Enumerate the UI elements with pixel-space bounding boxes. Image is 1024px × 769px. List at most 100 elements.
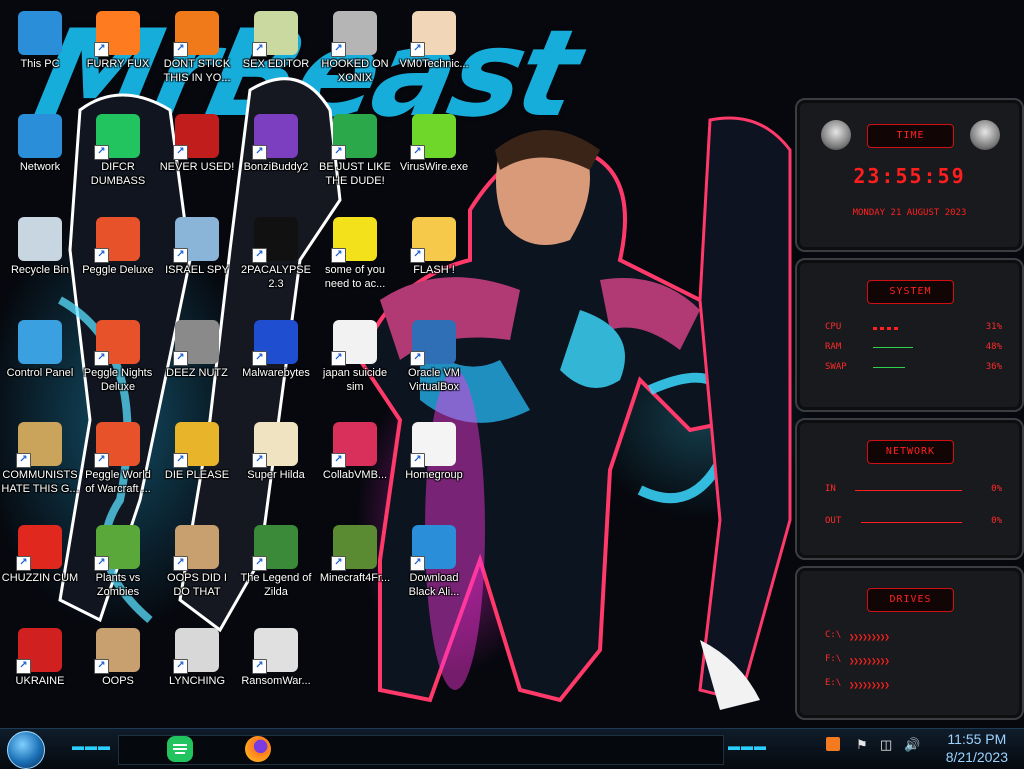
taskbar-firefox-button[interactable] xyxy=(242,733,274,765)
network-out-label: OUT xyxy=(825,516,842,526)
drive-c-label: C:\ xyxy=(825,630,842,640)
desktop-icon-label: Peggle Nights Deluxe xyxy=(83,367,153,393)
shortcut-arrow-icon: ↗ xyxy=(94,145,109,160)
ram-label: RAM xyxy=(825,342,842,352)
desktop-icon[interactable]: ↗ Malwarebytes xyxy=(236,314,316,410)
desktop-icon[interactable]: This PC xyxy=(0,5,80,101)
lime-icon: ↗ xyxy=(410,114,456,160)
shortcut-arrow-icon: ↗ xyxy=(252,248,267,263)
cpu-label: CPU xyxy=(825,322,842,332)
taskbar-decor-left: ▬▬▬ xyxy=(72,739,111,753)
desktop-icon-label: ISRAEL SPY xyxy=(165,264,229,276)
desktop-icon[interactable]: ↗ UKRAINE xyxy=(0,622,80,718)
drives-widget: DRIVES C:\ ❯❯❯❯❯❯❯❯❯ F:\ ❯❯❯❯❯❯❯❯❯ E:\ ❯… xyxy=(795,566,1024,720)
desktop-icon-label: DIFCR DUMBASS xyxy=(90,161,146,187)
devcpp-icon: ↗ xyxy=(173,114,219,160)
desktop-icon[interactable]: ↗ FLASH ! xyxy=(394,211,474,307)
shortcut-arrow-icon: ↗ xyxy=(94,351,109,366)
terminal-icon: ↗ xyxy=(252,217,298,263)
desktop-icon-label: Recycle Bin xyxy=(10,264,70,276)
desktop-icon[interactable]: ↗ some of you need to ac... xyxy=(315,211,395,307)
peggle-icon: ↗ xyxy=(94,217,140,263)
start-orb-icon[interactable] xyxy=(7,731,45,769)
volume-icon[interactable]: 🔊 xyxy=(904,737,920,753)
desktop-icon-label: LYNCHING xyxy=(168,675,226,687)
network-globe-icon: ↗ xyxy=(410,525,456,571)
desktop-icon[interactable]: ↗ Peggle Nights Deluxe xyxy=(78,314,158,410)
desktop-icon[interactable]: ↗ CollabVMB... xyxy=(315,416,395,512)
desktop-icon[interactable]: ↗ SEX EDITOR xyxy=(236,5,316,101)
desktop-icon[interactable]: ↗ Download Black Ali... xyxy=(394,519,474,615)
shortcut-arrow-icon: ↗ xyxy=(173,248,188,263)
desktop-icon-label: DEEZ NUTZ xyxy=(166,367,228,379)
firefox-icon xyxy=(245,736,271,762)
network-in-value: 0% xyxy=(991,484,1002,494)
shortcut-arrow-icon: ↗ xyxy=(252,556,267,571)
shortcut-arrow-icon: ↗ xyxy=(410,556,425,571)
desktop-icon[interactable]: ↗ RansomWar... xyxy=(236,622,316,718)
network-in-row: IN 0% xyxy=(825,484,1002,498)
taskbar-discord-button[interactable] xyxy=(164,733,196,765)
taskbar-clock[interactable]: 11:55 PM 8/21/2023 xyxy=(946,730,1008,766)
desktop-icon[interactable]: ↗ HOOKED ON XONIX xyxy=(315,5,395,101)
desktop-icon[interactable]: ↗ DIFCR DUMBASS xyxy=(78,108,158,204)
desktop-icon[interactable]: Recycle Bin xyxy=(0,211,80,307)
desktop-icon[interactable]: ↗ LYNCHING xyxy=(157,622,237,718)
desktop-icon[interactable]: ↗ BonziBuddy2 xyxy=(236,108,316,204)
shortcut-arrow-icon: ↗ xyxy=(94,556,109,571)
flag-icon[interactable]: ⚑ xyxy=(856,737,868,753)
desktop-icon[interactable]: ↗ Super Hilda xyxy=(236,416,316,512)
desktop-icon[interactable]: ↗ Oracle VM VirtualBox xyxy=(394,314,474,410)
desktop-icon[interactable]: Control Panel xyxy=(0,314,80,410)
taskbar-date: 8/21/2023 xyxy=(945,749,1008,765)
desktop-icon[interactable]: ↗ The Legend of Zilda xyxy=(236,519,316,615)
desktop-icon[interactable]: Network xyxy=(0,108,80,204)
desktop-icon[interactable]: ↗ Peggle Deluxe xyxy=(78,211,158,307)
desktop-icon[interactable]: ↗ DEEZ NUTZ xyxy=(157,314,237,410)
hxd-icon: ↗ xyxy=(252,11,298,57)
desktop-icon-label: UKRAINE xyxy=(15,675,65,687)
shortcut-arrow-icon: ↗ xyxy=(173,453,188,468)
virtualbox-icon: ↗ xyxy=(410,320,456,366)
desktop-icon[interactable]: ↗ OOPS xyxy=(78,622,158,718)
shortcut-arrow-icon: ↗ xyxy=(16,556,31,571)
desktop-icon-label: HOOKED ON XONIX xyxy=(321,58,389,84)
desktop-icon[interactable]: ↗ ISRAEL SPY xyxy=(157,211,237,307)
drive-e-label: E:\ xyxy=(825,678,842,688)
desktop-icon[interactable]: ↗ Peggle World of Warcraft ... xyxy=(78,416,158,512)
shortcut-arrow-icon: ↗ xyxy=(252,659,267,674)
bonzi-icon: ↗ xyxy=(252,114,298,160)
drive-f-meter: ❯❯❯❯❯❯❯❯❯ xyxy=(849,657,890,667)
desktop-icon-label: Peggle Deluxe xyxy=(82,264,154,276)
desktop-icon[interactable]: ↗ OOPS DID I DO THAT xyxy=(157,519,237,615)
vlc-cone-icon: ↗ xyxy=(173,11,219,57)
taskbar-band xyxy=(118,735,724,765)
desktop-icon[interactable]: ↗ VirusWire.exe xyxy=(394,108,474,204)
ram-row: RAM 48% xyxy=(825,342,1002,356)
desktop-icon[interactable]: ↗ Plants vs Zombies xyxy=(78,519,158,615)
desktop-icon[interactable]: ↗ NEVER USED! xyxy=(157,108,237,204)
digital-date: MONDAY 21 AUGUST 2023 xyxy=(852,208,967,218)
desktop-icon[interactable]: ↗ Homegroup xyxy=(394,416,474,512)
recycle-bin-icon xyxy=(18,217,62,261)
desktop-icon[interactable]: ↗ 2PACALYPSE 2.3 xyxy=(236,211,316,307)
desktop-icon[interactable]: ↗ CHUZZIN CUM xyxy=(0,519,80,615)
system-widget: SYSTEM CPU 31% RAM 48% SWAP 36% xyxy=(795,258,1024,412)
sublime-icon[interactable] xyxy=(826,737,840,751)
network-icon[interactable]: ◫ xyxy=(880,737,892,753)
desktop-icon[interactable]: ↗ VM0Technic... xyxy=(394,5,474,101)
network-out-row: OUT 0% xyxy=(825,516,1002,530)
desktop-icon[interactable]: ↗ FURRY FUX xyxy=(78,5,158,101)
drive-e-meter: ❯❯❯❯❯❯❯❯❯ xyxy=(849,681,890,691)
portrait-icon: ↗ xyxy=(173,525,219,571)
shortcut-arrow-icon: ↗ xyxy=(173,145,188,160)
network-in-label: IN xyxy=(825,484,836,494)
desktop-icon[interactable]: ↗ japan suicide sim xyxy=(315,314,395,410)
document-arrows-icon: ↗ xyxy=(331,320,377,366)
alienware-right-icon xyxy=(970,120,1000,150)
desktop-icon[interactable]: ↗ DONT STICK THIS IN YO... xyxy=(157,5,237,101)
desktop-icon[interactable]: ↗ BE JUST LIKE THE DUDE! xyxy=(315,108,395,204)
desktop-icon[interactable]: ↗ COMMUNISTS HATE THIS G... xyxy=(0,416,80,512)
desktop-icon[interactable]: ↗ DIE PLEASE xyxy=(157,416,237,512)
desktop-icon[interactable]: ↗ Minecraft4Fr... xyxy=(315,519,395,615)
